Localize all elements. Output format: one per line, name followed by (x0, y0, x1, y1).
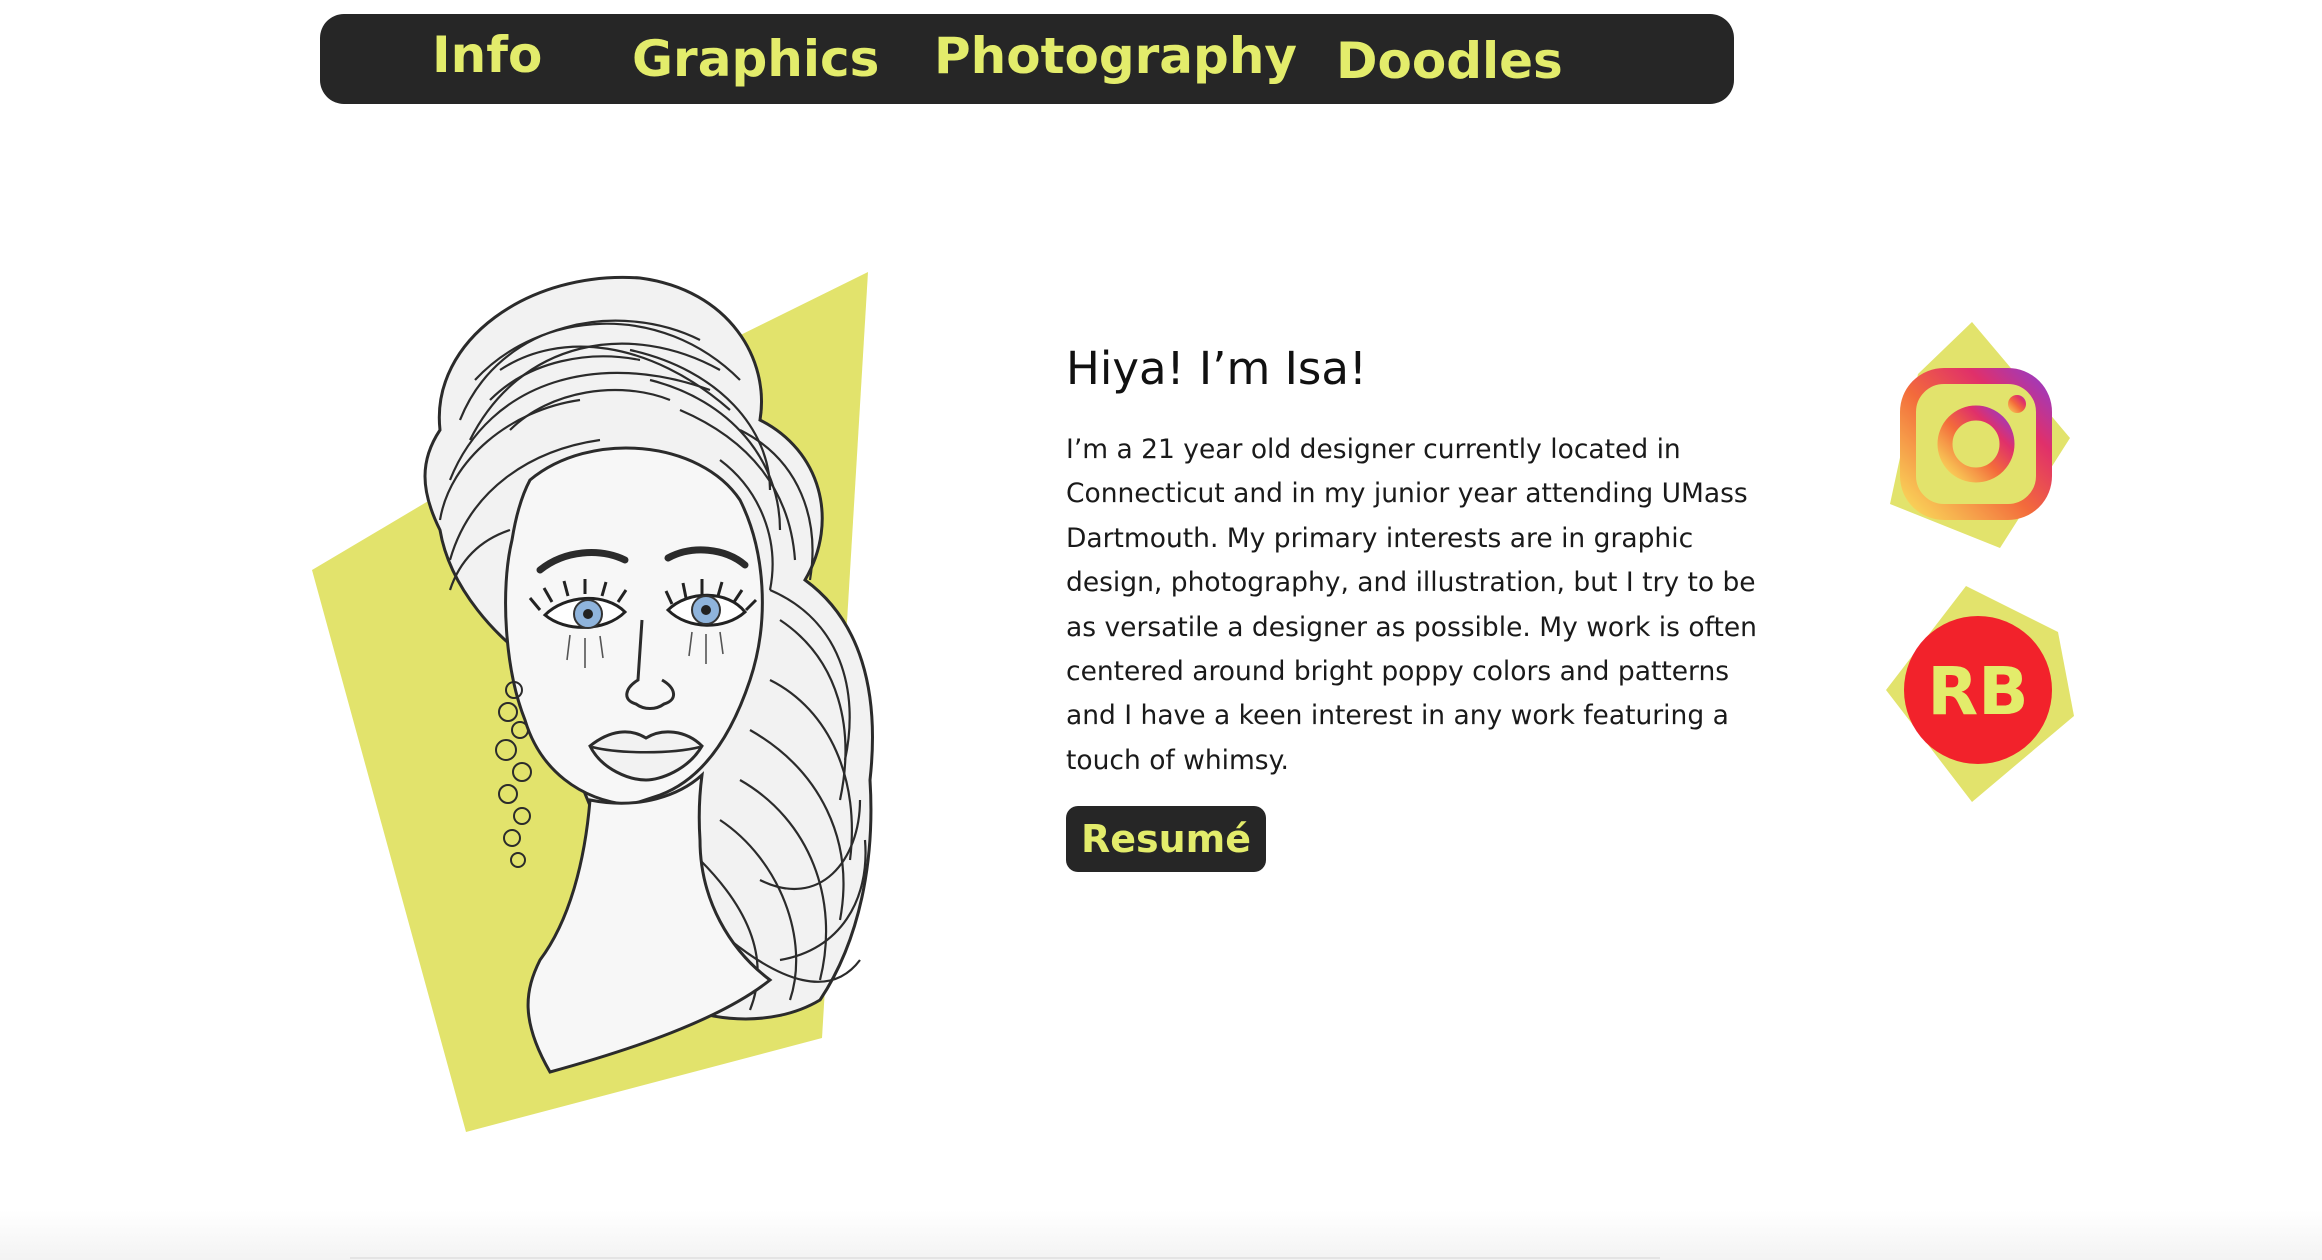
redbubble-link[interactable]: RB (1880, 582, 2080, 822)
nav-item-photography[interactable]: Photography (934, 11, 1297, 101)
footer-fade (0, 1210, 2322, 1260)
about-heading: Hiya! I’m Isa! (1066, 342, 1367, 395)
instagram-icon (1890, 322, 2070, 548)
resume-button[interactable]: Resumé (1066, 806, 1266, 872)
nav-bar: Info Graphics Photography Doodles (320, 14, 1734, 104)
nav-item-doodles[interactable]: Doodles (1336, 16, 1563, 106)
portrait-illustration (312, 272, 874, 1132)
about-bio: I’m a 21 year old designer currently loc… (1066, 434, 1757, 776)
nav-item-info[interactable]: Info (432, 10, 542, 100)
redbubble-icon: RB (1886, 586, 2074, 802)
nav-item-graphics[interactable]: Graphics (632, 14, 879, 104)
redbubble-logo-text: RB (1927, 653, 2028, 730)
footer-divider (350, 1257, 1660, 1259)
page: Info Graphics Photography Doodles Hiya! … (0, 0, 2322, 1260)
instagram-link[interactable] (1880, 316, 2080, 556)
